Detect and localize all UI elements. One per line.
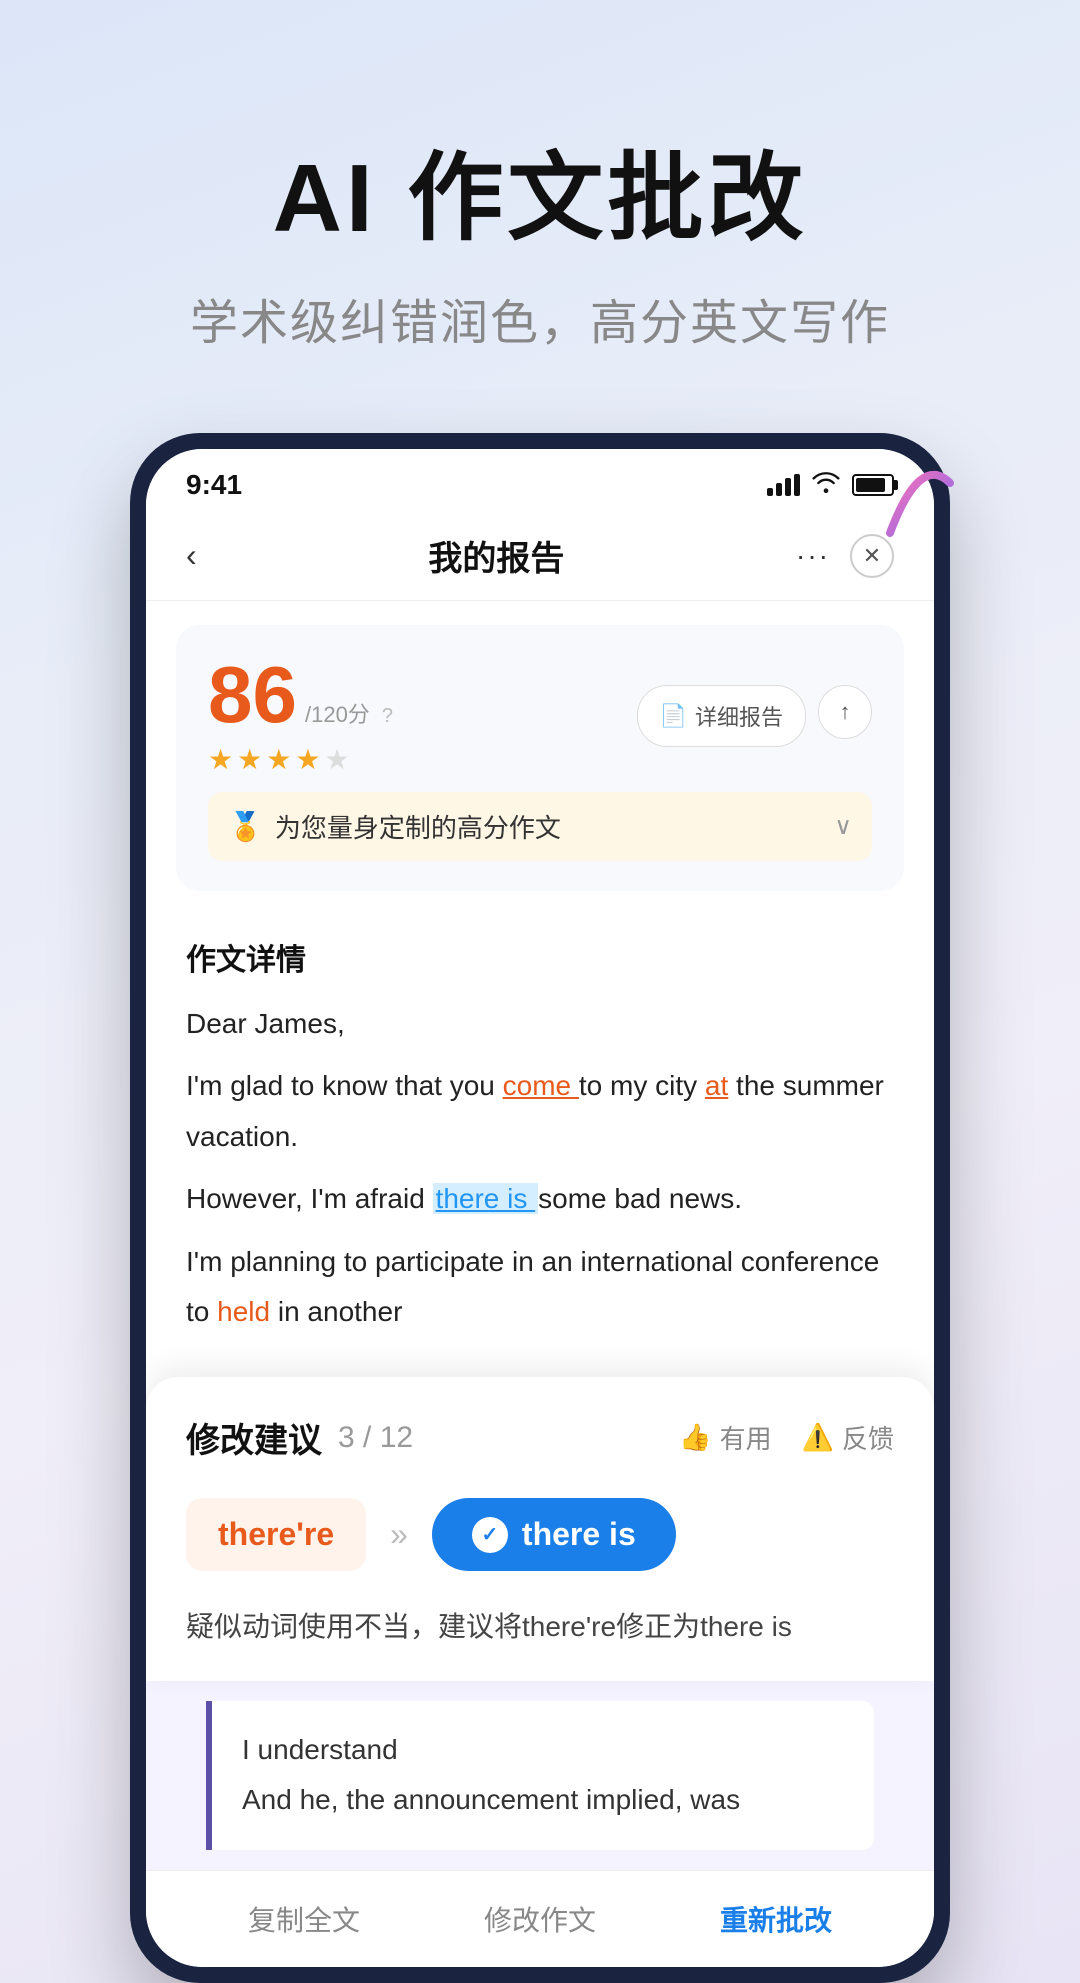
suggestion-actions: 👍 有用 ⚠️ 反馈	[679, 1419, 894, 1456]
highlight-text: 为您量身定制的高分作文	[275, 808, 561, 845]
share-icon: ↑	[840, 699, 851, 725]
page-wrapper: AI 作文批改 学术级纠错润色，高分英文写作 9:41	[0, 0, 1080, 1983]
score-max: /120分	[305, 697, 370, 729]
chevron-down-icon: ∨	[834, 812, 852, 841]
score-left: 86 /120分 ? ★ ★ ★ ★ ★	[208, 655, 393, 776]
star-1: ★	[208, 743, 233, 776]
revise-button[interactable]: 修改作文	[484, 1899, 596, 1939]
header-section: AI 作文批改 学术级纠错润色，高分英文写作	[0, 0, 1080, 413]
suggestion-title: 修改建议	[186, 1413, 322, 1462]
star-4: ★	[295, 743, 320, 776]
share-button[interactable]: ↑	[818, 685, 872, 739]
recheck-button[interactable]: 重新批改	[720, 1899, 832, 1939]
useful-label: 有用	[720, 1419, 772, 1456]
suggestion-panel: 修改建议 3 / 12 👍 有用	[146, 1377, 934, 1681]
error-come: come	[503, 1070, 579, 1101]
correct-word: ✓ there is	[432, 1498, 676, 1571]
excerpt-line-2: And he, the announcement implied, was	[242, 1775, 844, 1825]
essay-section: 作文详情 Dear James, I'm glad to know that y…	[146, 915, 934, 1369]
suggestion-header: 修改建议 3 / 12 👍 有用	[186, 1413, 894, 1462]
error-at: at	[705, 1070, 728, 1101]
star-2: ★	[237, 743, 262, 776]
check-circle-icon: ✓	[472, 1517, 508, 1553]
nav-title: 我的报告	[428, 531, 564, 580]
wifi-icon	[812, 471, 840, 499]
deco-arc-icon	[880, 463, 960, 543]
score-card: 86 /120分 ? ★ ★ ★ ★ ★	[176, 625, 904, 891]
report-label: 详细报告	[695, 700, 783, 732]
suggestion-explanation: 疑似动词使用不当，建议将there're修正为there is	[186, 1603, 894, 1651]
star-5: ★	[324, 743, 349, 776]
feedback-button[interactable]: ⚠️ 反馈	[802, 1419, 894, 1456]
essay-line-1: Dear James,	[186, 999, 894, 1049]
nav-bar: ‹ 我的报告 ··· ✕	[146, 511, 934, 601]
arrow-icon: »	[390, 1516, 408, 1553]
main-title: AI 作文批改	[60, 120, 1020, 259]
more-button[interactable]: ···	[796, 540, 830, 572]
wrong-word: there're	[186, 1498, 366, 1571]
phone-screen: 9:41	[146, 449, 934, 1967]
status-icons	[767, 471, 894, 499]
essay-label: 作文详情	[186, 935, 894, 979]
status-time: 9:41	[186, 469, 242, 501]
star-3: ★	[266, 743, 291, 776]
back-button[interactable]: ‹	[186, 537, 197, 574]
suggestion-count: 3 / 12	[338, 1421, 413, 1455]
phone-container: 9:41	[130, 433, 950, 1983]
signal-bars-icon	[767, 474, 800, 496]
highlight-bar[interactable]: 🏅 为您量身定制的高分作文 ∨	[208, 792, 872, 861]
stars: ★ ★ ★ ★ ★	[208, 743, 393, 776]
essay-line-3: However, I'm afraid there is some bad ne…	[186, 1174, 894, 1224]
score-number: 86	[208, 655, 297, 735]
score-row: 86 /120分 ? ★ ★ ★ ★ ★	[208, 655, 872, 776]
highlight-there-is: there is	[433, 1183, 539, 1214]
bottom-toolbar: 复制全文 修改作文 重新批改	[146, 1870, 934, 1967]
bottom-excerpt: I understand And he, the announcement im…	[206, 1701, 874, 1850]
phone-frame: 9:41	[130, 433, 950, 1983]
excerpt-section: I understand And he, the announcement im…	[146, 1681, 934, 1870]
medal-icon: 🏅	[228, 810, 263, 843]
sub-title: 学术级纠错润色，高分英文写作	[60, 283, 1020, 353]
useful-button[interactable]: 👍 有用	[679, 1419, 771, 1456]
copy-button[interactable]: 复制全文	[248, 1899, 360, 1939]
report-button[interactable]: 📄 详细报告	[637, 685, 806, 747]
essay-line-2: I'm glad to know that you come to my cit…	[186, 1061, 894, 1162]
score-help-icon[interactable]: ?	[382, 705, 393, 728]
score-actions: 📄 详细报告 ↑	[637, 685, 872, 747]
essay-text: Dear James, I'm glad to know that you co…	[186, 999, 894, 1337]
status-bar: 9:41	[146, 449, 934, 511]
warning-icon: ⚠️	[802, 1422, 834, 1453]
excerpt-line-1: I understand	[242, 1725, 844, 1775]
feedback-label: 反馈	[842, 1419, 894, 1456]
correct-word-text: there is	[522, 1516, 636, 1553]
report-icon: 📄	[660, 703, 687, 729]
essay-line-4: I'm planning to participate in an intern…	[186, 1237, 894, 1338]
thumbup-icon: 👍	[679, 1422, 711, 1453]
error-held: held	[217, 1296, 270, 1327]
correction-row: there're » ✓ there is	[186, 1498, 894, 1571]
